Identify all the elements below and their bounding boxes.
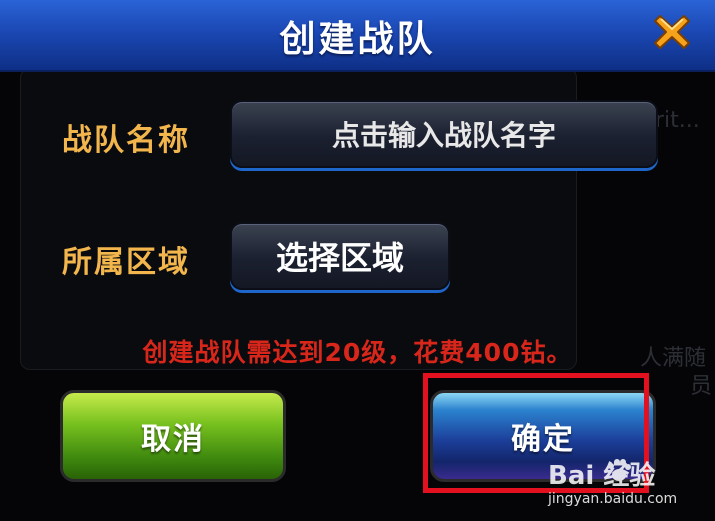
- region-label: 所属区域: [62, 245, 190, 280]
- close-x-icon: [654, 15, 690, 49]
- watermark-url: jingyan.baidu.com: [548, 491, 678, 507]
- paw-icon: [608, 459, 631, 481]
- watermark-logo: Bai 经验: [548, 461, 656, 491]
- create-team-dialog: 创建战队 战队名称 点击输入战队名字 所属区域 选择区域 创建战队需达到20级，…: [0, 0, 715, 521]
- close-button[interactable]: [650, 10, 694, 54]
- baidu-watermark: Bai 经验 jingyan.baidu.com: [548, 455, 708, 515]
- dialog-title-bar: 创建战队: [0, 0, 715, 72]
- team-name-label: 战队名称: [62, 123, 190, 158]
- region-select[interactable]: 选择区域: [230, 222, 450, 290]
- team-name-input[interactable]: 点击输入战队名字: [230, 100, 658, 168]
- requirement-notice: 创建战队需达到20级，花费400钻。: [142, 338, 573, 367]
- cancel-button[interactable]: 取消: [60, 390, 286, 482]
- dialog-title: 创建战队: [279, 19, 436, 60]
